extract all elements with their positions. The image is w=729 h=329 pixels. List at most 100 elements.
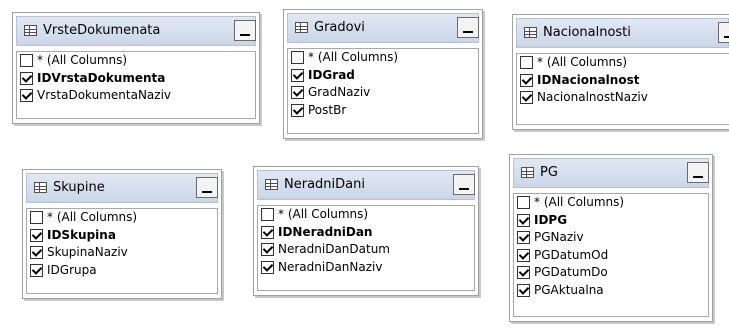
column-row[interactable]: * (All Columns) bbox=[517, 54, 729, 72]
column-row[interactable]: NeradniDanNaziv bbox=[258, 259, 474, 277]
checkbox-icon[interactable] bbox=[291, 86, 304, 99]
checkbox-icon[interactable] bbox=[261, 260, 274, 274]
checkbox-icon[interactable] bbox=[291, 51, 304, 64]
column-label: * (All Columns) bbox=[534, 195, 625, 209]
checkbox-icon[interactable] bbox=[291, 68, 304, 82]
column-list: * (All Columns) IDSkupina SkupinaNaziv I… bbox=[26, 208, 218, 294]
column-row[interactable]: * (All Columns) bbox=[27, 209, 217, 227]
checkbox-icon[interactable] bbox=[520, 91, 533, 104]
checkbox-icon[interactable] bbox=[517, 213, 530, 227]
column-row[interactable]: NeradniDanDatum bbox=[258, 241, 474, 259]
column-row[interactable]: IDGrad bbox=[288, 67, 478, 85]
checkbox-icon[interactable] bbox=[520, 73, 533, 87]
checkbox-icon[interactable] bbox=[517, 231, 530, 244]
column-row[interactable]: VrstaDokumentaNaziv bbox=[17, 87, 255, 105]
table-title: Nacionalnosti bbox=[543, 25, 631, 40]
checkbox-icon[interactable] bbox=[20, 54, 33, 67]
checkbox-icon[interactable] bbox=[517, 248, 530, 262]
column-label: * (All Columns) bbox=[37, 53, 128, 67]
table-header[interactable]: Gradovi bbox=[287, 13, 479, 43]
table-window-skupine[interactable]: Skupine * (All Columns) IDSkupina Skupin… bbox=[22, 169, 222, 299]
column-list: * (All Columns) IDPG PGNaziv PGDatumOd P… bbox=[513, 193, 709, 317]
table-window-nacionalnosti[interactable]: Nacionalnosti * (All Columns) IDNacional… bbox=[512, 14, 729, 130]
checkbox-icon[interactable] bbox=[517, 283, 530, 297]
column-label: GradNaziv bbox=[308, 85, 371, 99]
checkbox-icon[interactable] bbox=[30, 228, 43, 242]
checkbox-icon[interactable] bbox=[20, 71, 33, 85]
checkbox-icon[interactable] bbox=[261, 243, 274, 256]
column-label: * (All Columns) bbox=[308, 50, 399, 64]
checkbox-icon[interactable] bbox=[30, 211, 43, 224]
column-label: IDPG bbox=[534, 212, 568, 227]
column-row[interactable]: NacionalnostNaziv bbox=[517, 89, 729, 107]
column-label: IDNeradniDan bbox=[278, 224, 373, 239]
column-row[interactable]: PGNaziv bbox=[514, 229, 708, 247]
column-label: NeradniDanNaziv bbox=[278, 259, 383, 274]
table-header[interactable]: VrsteDokumenata bbox=[16, 16, 256, 46]
column-row[interactable]: * (All Columns) bbox=[258, 206, 474, 224]
column-row[interactable]: * (All Columns) bbox=[17, 52, 255, 70]
column-label: VrstaDokumentaNaziv bbox=[37, 88, 172, 102]
checkbox-icon[interactable] bbox=[261, 225, 274, 239]
checkbox-icon[interactable] bbox=[517, 196, 530, 209]
table-title: Skupine bbox=[53, 180, 105, 195]
column-row[interactable]: * (All Columns) bbox=[514, 194, 708, 212]
column-list: * (All Columns) IDVrstaDokumenta VrstaDo… bbox=[16, 51, 256, 119]
column-label: PGAktualna bbox=[534, 282, 604, 297]
checkbox-icon[interactable] bbox=[517, 266, 530, 279]
column-label: IDNacionalnost bbox=[537, 72, 640, 87]
column-row[interactable]: IDNeradniDan bbox=[258, 224, 474, 242]
column-row[interactable]: IDPG bbox=[514, 212, 708, 230]
minimize-button[interactable] bbox=[687, 162, 709, 183]
column-label: PGDatumOd bbox=[534, 247, 609, 262]
minimize-button[interactable] bbox=[453, 174, 475, 195]
column-row[interactable]: * (All Columns) bbox=[288, 49, 478, 67]
column-row[interactable]: PGAktualna bbox=[514, 282, 708, 300]
table-window-pg[interactable]: PG * (All Columns) IDPG PGNaziv PGDatumO… bbox=[509, 154, 713, 322]
column-row[interactable]: PostBr bbox=[288, 102, 478, 120]
column-row[interactable]: PGDatumDo bbox=[514, 264, 708, 282]
column-label: PGNaziv bbox=[534, 230, 584, 244]
table-icon bbox=[521, 167, 534, 178]
minimize-button[interactable] bbox=[457, 17, 479, 38]
column-row[interactable]: GradNaziv bbox=[288, 84, 478, 102]
column-label: * (All Columns) bbox=[47, 210, 138, 224]
minimize-button[interactable] bbox=[718, 22, 729, 43]
checkbox-icon[interactable] bbox=[520, 56, 533, 69]
table-window-gradovi[interactable]: Gradovi * (All Columns) IDGrad GradNaziv… bbox=[283, 9, 483, 139]
table-title: NeradniDani bbox=[284, 177, 365, 192]
table-window-vrstedokumenata[interactable]: VrsteDokumenata * (All Columns) IDVrstaD… bbox=[12, 12, 260, 124]
table-header[interactable]: Skupine bbox=[26, 173, 218, 203]
column-label: IDGrad bbox=[308, 67, 355, 82]
column-row[interactable]: IDNacionalnost bbox=[517, 72, 729, 90]
table-header[interactable]: Nacionalnosti bbox=[516, 18, 729, 48]
table-header[interactable]: PG bbox=[513, 158, 709, 188]
column-label: * (All Columns) bbox=[278, 207, 369, 221]
column-row[interactable]: SkupinaNaziv bbox=[27, 244, 217, 262]
checkbox-icon[interactable] bbox=[20, 89, 33, 102]
column-label: IDVrstaDokumenta bbox=[37, 70, 166, 85]
checkbox-icon[interactable] bbox=[30, 263, 43, 277]
column-label: PostBr bbox=[308, 102, 347, 117]
table-icon bbox=[24, 25, 37, 36]
column-label: IDGrupa bbox=[47, 262, 97, 277]
column-row[interactable]: IDGrupa bbox=[27, 262, 217, 280]
table-icon bbox=[265, 179, 278, 190]
checkbox-icon[interactable] bbox=[291, 103, 304, 117]
checkbox-icon[interactable] bbox=[30, 246, 43, 259]
minimize-button[interactable] bbox=[234, 20, 256, 41]
minimize-button[interactable] bbox=[196, 177, 218, 198]
table-header[interactable]: NeradniDani bbox=[257, 170, 475, 200]
column-label: NeradniDanDatum bbox=[278, 242, 390, 256]
column-row[interactable]: IDSkupina bbox=[27, 227, 217, 245]
column-label: NacionalnostNaziv bbox=[537, 90, 648, 104]
table-window-neradnidani[interactable]: NeradniDani * (All Columns) IDNeradniDan… bbox=[253, 166, 479, 296]
table-icon bbox=[34, 182, 47, 193]
column-row[interactable]: PGDatumOd bbox=[514, 247, 708, 265]
table-icon bbox=[295, 22, 308, 33]
table-title: VrsteDokumenata bbox=[43, 23, 161, 38]
column-list: * (All Columns) IDNacionalnost Nacionaln… bbox=[516, 53, 729, 125]
checkbox-icon[interactable] bbox=[261, 208, 274, 221]
table-icon bbox=[524, 27, 537, 38]
column-row[interactable]: IDVrstaDokumenta bbox=[17, 70, 255, 88]
